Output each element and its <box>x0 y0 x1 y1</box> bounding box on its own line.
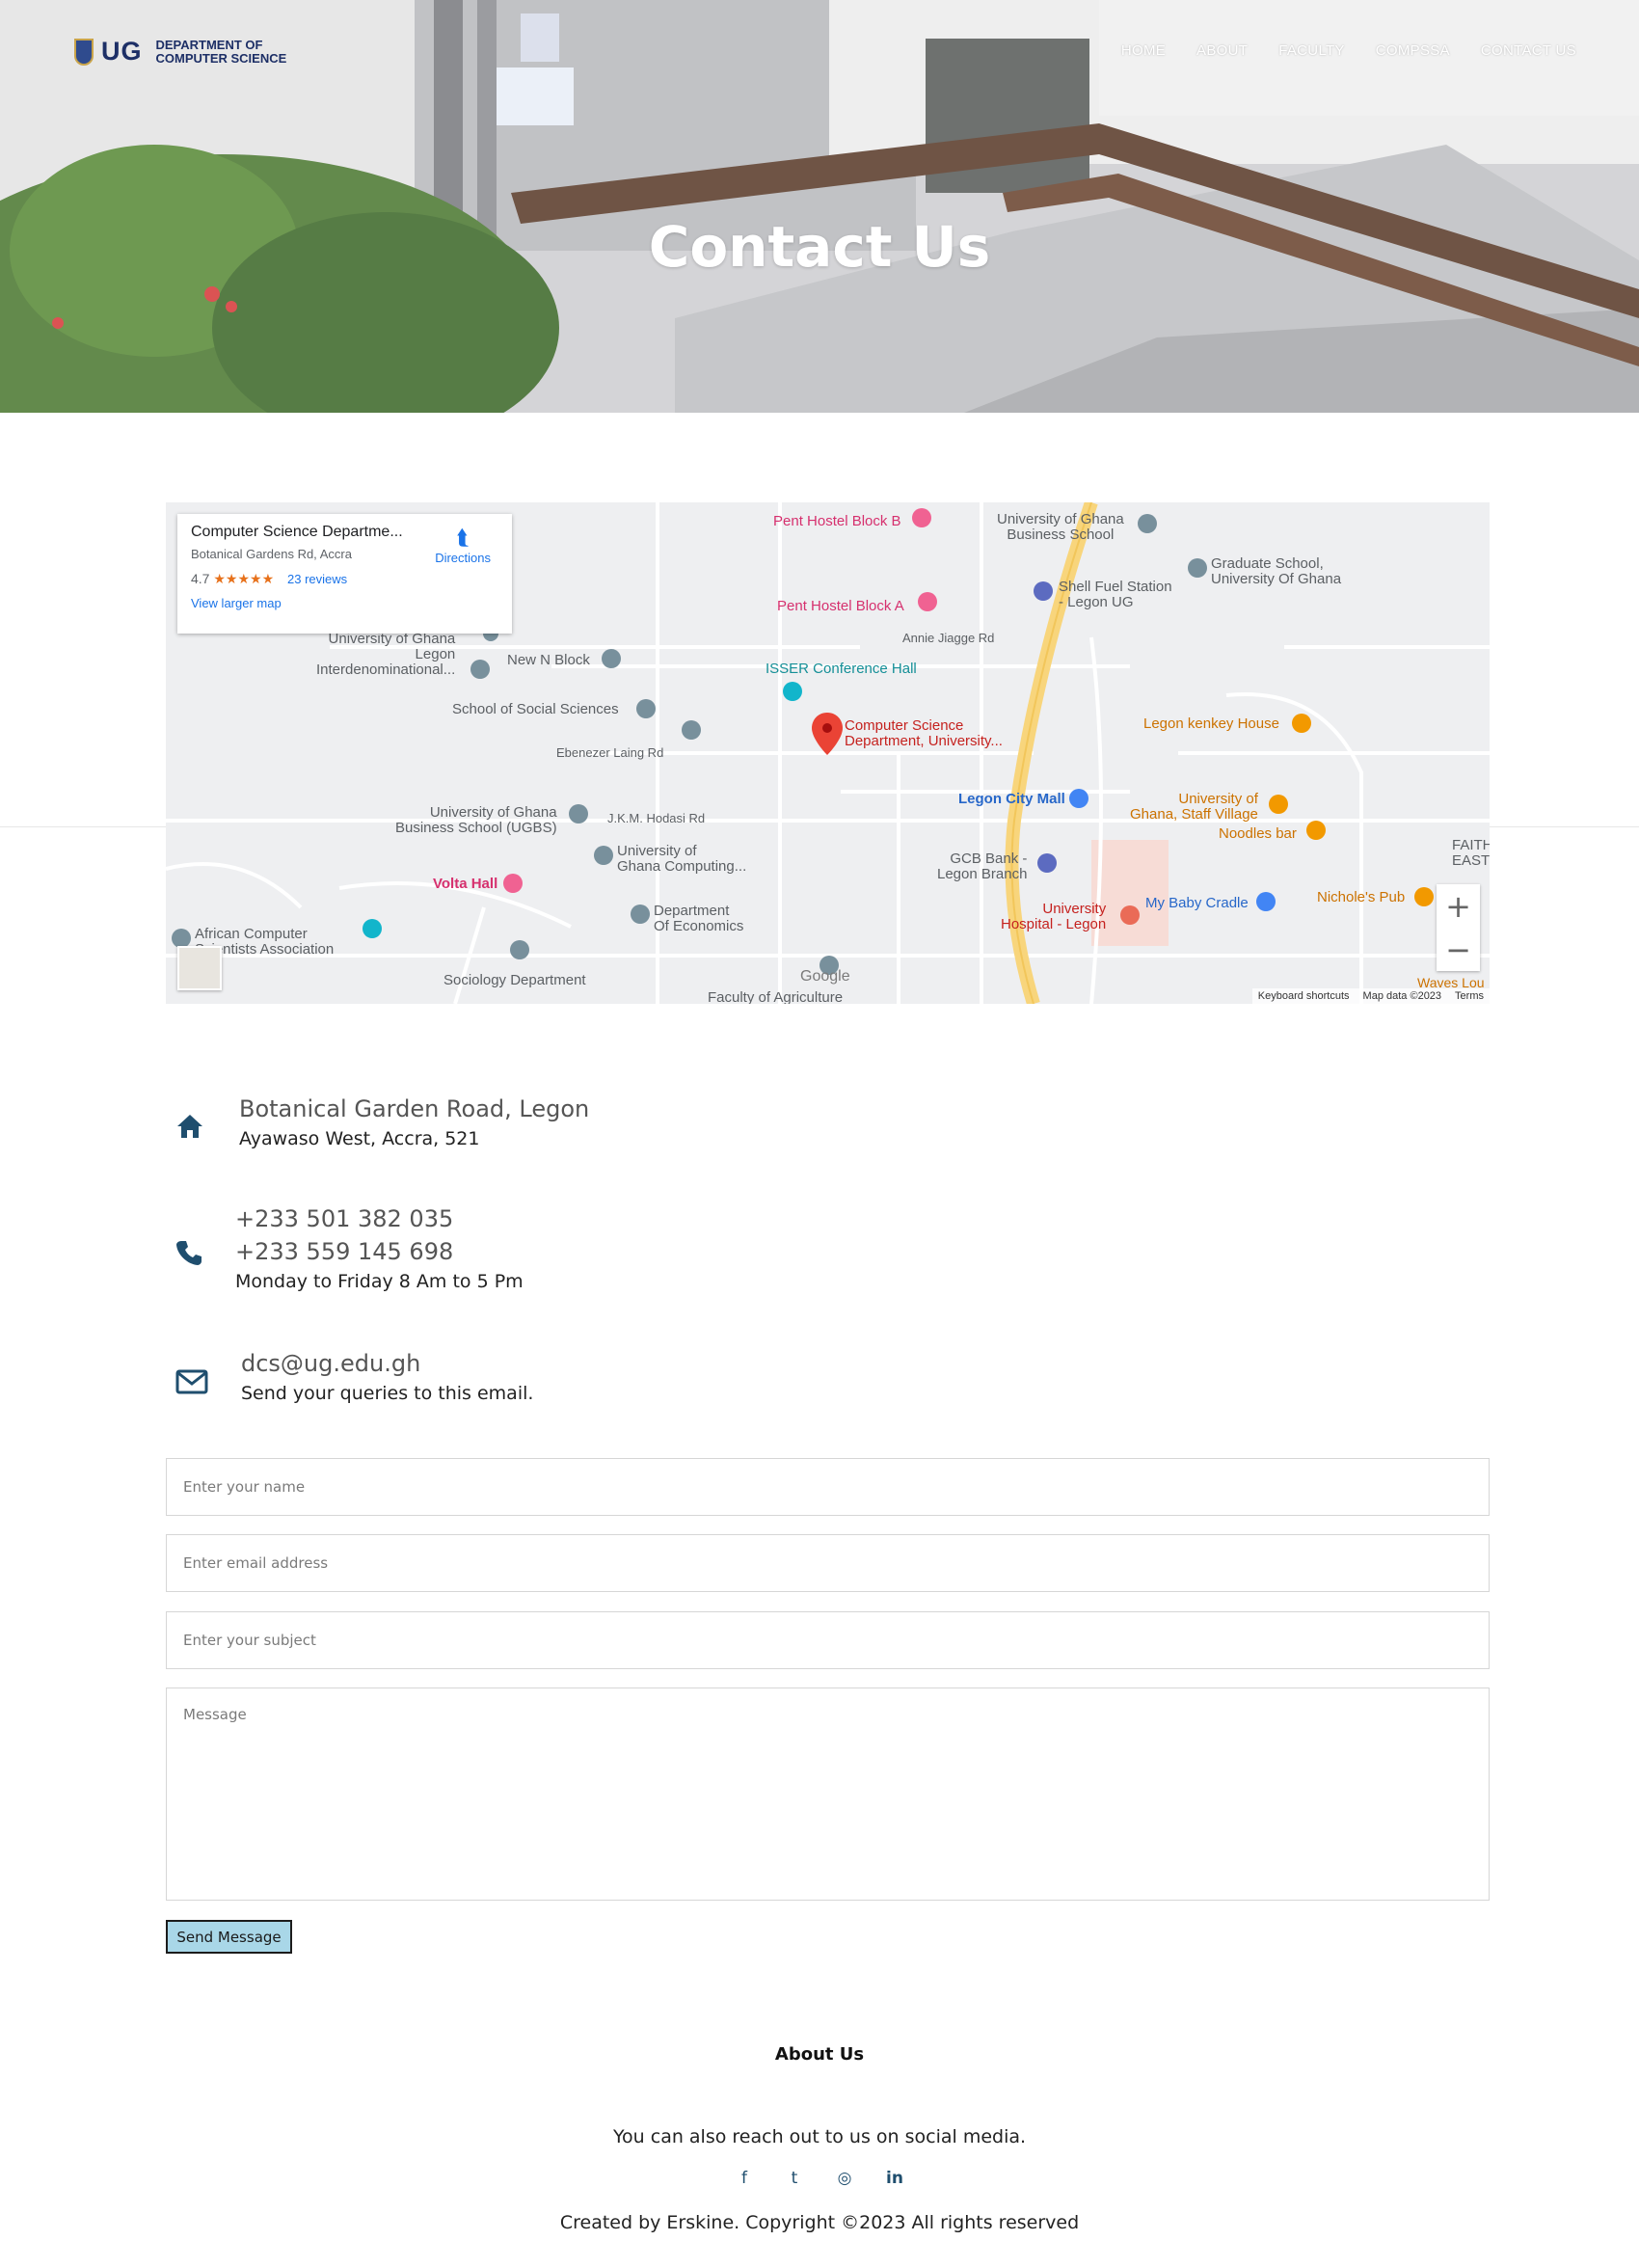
logo-line-2: COMPUTER SCIENCE <box>155 50 287 66</box>
place-rating: 4.7 ★★★★★ 23 reviews <box>191 571 498 587</box>
email-note: Send your queries to this email. <box>241 1383 534 1404</box>
phone-number-2[interactable]: +233 559 145 698 <box>235 1235 524 1268</box>
map-data-text: Map data ©2023 <box>1362 990 1442 1002</box>
map-zoom-controls: + − <box>1437 884 1480 971</box>
logo-line-1: DEPARTMENT OF <box>155 37 263 52</box>
nav-contact-us[interactable]: CONTACT US <box>1481 42 1576 59</box>
map-label: Pent Hostel Block A <box>777 598 904 614</box>
email-input[interactable] <box>183 1554 1472 1572</box>
map-label: My Baby Cradle <box>1145 895 1249 911</box>
facebook-icon[interactable]: f <box>735 2169 754 2188</box>
directions-button[interactable]: ⮬ Directions <box>435 526 491 565</box>
email-block: dcs@ug.edu.gh Send your queries to this … <box>241 1347 533 1407</box>
subject-field-wrapper <box>166 1611 1490 1669</box>
map-label: Volta Hall <box>433 876 498 892</box>
twitter-icon[interactable]: t <box>785 2169 804 2188</box>
home-icon <box>177 1115 202 1138</box>
map-label: Graduate School, University Of Ghana <box>1211 555 1342 587</box>
phone-block: +233 501 382 035 +233 559 145 698 Monday… <box>235 1202 524 1295</box>
map-label-selected-place: Computer Science Department, University.… <box>845 717 1003 749</box>
location-marker-icon <box>812 713 843 755</box>
reviews-link[interactable]: 23 reviews <box>287 572 347 586</box>
social-links: f t ◎ in <box>0 2169 1639 2188</box>
map-label: New N Block <box>507 652 590 668</box>
map-label: Faculty of Agriculture <box>708 989 844 1005</box>
map-label: University of Ghana Legon Interdenominat… <box>316 631 456 678</box>
nav-home[interactable]: HOME <box>1121 42 1166 59</box>
address-line-2: Ayawaso West, Accra, 521 <box>239 1128 480 1149</box>
send-message-button[interactable]: Send Message <box>166 1920 292 1954</box>
map-label: J.K.M. Hodasi Rd <box>607 811 706 825</box>
map-label: Legon City Mall <box>958 791 1065 807</box>
map-label: ISSER Conference Hall <box>766 661 917 677</box>
map-label: Noodles bar <box>1219 825 1297 842</box>
map-label: Nichole's Pub <box>1317 889 1406 905</box>
name-input[interactable] <box>183 1478 1472 1496</box>
main-nav: HOME ABOUT FACULTY COMPSSA CONTACT US <box>1121 42 1576 59</box>
map-label: Annie Jiagge Rd <box>902 631 995 645</box>
map-label: Ebenezer Laing Rd <box>556 745 664 760</box>
message-textarea[interactable] <box>167 1688 1489 1900</box>
map-label: FAITH EAST <box>1452 837 1490 869</box>
phone-number-1[interactable]: +233 501 382 035 <box>235 1202 524 1235</box>
keyboard-shortcuts-link[interactable]: Keyboard shortcuts <box>1258 990 1350 1002</box>
map-label: Legon kenkey House <box>1143 716 1279 732</box>
footer-text: You can also reach out to us on social m… <box>612 2126 1027 2147</box>
view-larger-map-link[interactable]: View larger map <box>191 596 498 610</box>
phone-icon <box>176 1241 202 1265</box>
rating-value: 4.7 <box>191 571 210 586</box>
office-hours: Monday to Friday 8 Am to 5 Pm <box>235 1271 524 1292</box>
zoom-out-button[interactable]: − <box>1437 928 1480 971</box>
google-logo: Google <box>800 968 850 985</box>
address-line-1: Botanical Garden Road, Legon <box>239 1095 590 1122</box>
street-view-pegman-icon[interactable] <box>177 946 222 990</box>
footer-title: About Us <box>774 2044 865 2065</box>
copyright-text: Created by Erskine. Copyright ©2023 All … <box>559 2212 1080 2233</box>
map-label: Department Of Economics <box>654 903 744 934</box>
nav-faculty[interactable]: FACULTY <box>1278 42 1345 59</box>
address-block: Botanical Garden Road, Legon Ayawaso Wes… <box>239 1093 589 1152</box>
terms-link[interactable]: Terms <box>1455 990 1484 1002</box>
message-field-wrapper <box>166 1688 1490 1901</box>
map-label: University of Ghana Business School (UGB… <box>395 804 557 836</box>
university-crest-icon <box>74 38 94 66</box>
logo-short: UG <box>101 37 143 66</box>
map-label: University Hospital - Legon <box>1001 901 1107 932</box>
email-field-wrapper <box>166 1534 1490 1592</box>
map-label: Pent Hostel Block B <box>773 513 901 529</box>
hero-banner: UG DEPARTMENT OF COMPUTER SCIENCE HOME A… <box>0 0 1639 413</box>
email-address[interactable]: dcs@ug.edu.gh <box>241 1347 533 1380</box>
map-label: University of Ghana, Staff Village <box>1130 791 1258 823</box>
logo-department-name: DEPARTMENT OF COMPUTER SCIENCE <box>155 37 287 66</box>
map-label: GCB Bank - Legon Branch <box>937 850 1028 882</box>
map-place-card: Computer Science Departme... Botanical G… <box>177 514 512 634</box>
instagram-icon[interactable]: ◎ <box>835 2169 854 2188</box>
directions-icon: ⮬ <box>456 526 470 550</box>
map-label: School of Social Sciences <box>452 701 619 717</box>
name-field-wrapper <box>166 1458 1490 1516</box>
envelope-icon <box>175 1369 208 1394</box>
map-label: University of Ghana Computing... <box>617 843 747 875</box>
nav-compssa[interactable]: COMPSSA <box>1376 42 1450 59</box>
site-logo[interactable]: UG DEPARTMENT OF COMPUTER SCIENCE <box>74 37 286 67</box>
directions-label: Directions <box>435 551 491 565</box>
page-title: Contact Us <box>648 214 991 280</box>
map-label: Sociology Department <box>443 972 586 988</box>
map-label: University of Ghana Business School <box>997 511 1124 543</box>
linkedin-icon[interactable]: in <box>885 2169 904 2188</box>
nav-about[interactable]: ABOUT <box>1196 42 1248 59</box>
map-attribution: Keyboard shortcuts Map data ©2023 Terms <box>1251 988 1490 1004</box>
subject-input[interactable] <box>183 1632 1472 1649</box>
embedded-google-map[interactable]: Pent Hostel Block B University of Ghana … <box>166 502 1490 1004</box>
rating-stars-icon: ★★★★★ <box>213 571 275 586</box>
zoom-in-button[interactable]: + <box>1437 884 1480 928</box>
map-label: Shell Fuel Station - Legon UG <box>1059 579 1172 610</box>
